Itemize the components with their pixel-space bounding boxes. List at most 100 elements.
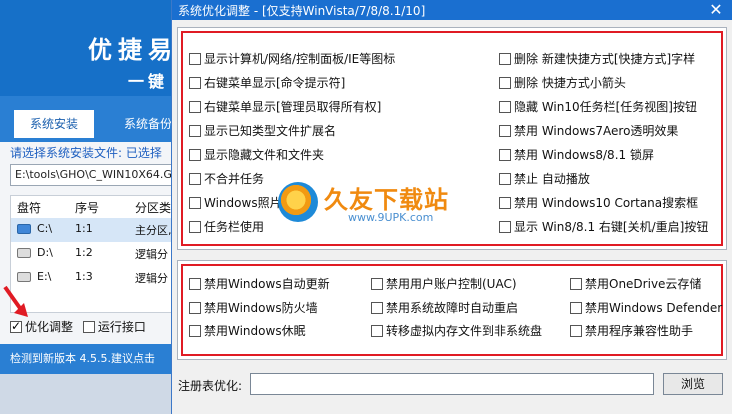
app-title: 优捷易: [88, 36, 178, 64]
option-show-shutdown-menu[interactable]: 显示 Win8/8.1 右键[关机/重启]按钮: [499, 219, 708, 235]
option-label: 禁用用户账户控制(UAC): [386, 277, 517, 291]
checkbox-box[interactable]: [499, 173, 511, 185]
checkbox-box[interactable]: [189, 302, 201, 314]
checkbox-box[interactable]: [499, 53, 511, 65]
checkbox-box[interactable]: [189, 173, 201, 185]
checkbox-box[interactable]: [499, 77, 511, 89]
checkbox-box[interactable]: [371, 302, 383, 314]
checkbox-box[interactable]: [371, 278, 383, 290]
checkbox-box[interactable]: [189, 325, 201, 337]
option-disable-onedrive[interactable]: 禁用OneDrive云存储: [570, 276, 701, 292]
row-type: 逻辑分: [135, 248, 168, 261]
option-disable-defender[interactable]: 禁用Windows Defender: [570, 300, 722, 316]
checkbox-box[interactable]: [189, 197, 201, 209]
optimize-adjust-checkbox[interactable]: 优化调整: [10, 318, 73, 335]
option-disable-hibernate[interactable]: 禁用Windows休眠: [189, 323, 306, 339]
checkbox-box[interactable]: [189, 101, 201, 113]
checkbox-box[interactable]: [499, 101, 511, 113]
registry-label: 注册表优化:: [178, 379, 243, 393]
registry-file-input[interactable]: [250, 373, 654, 395]
drive-icon: [17, 248, 31, 258]
option-disable-uac[interactable]: 禁用用户账户控制(UAC): [371, 276, 517, 292]
row-type: 主分区,: [135, 224, 172, 237]
checkbox-box[interactable]: [570, 302, 582, 314]
checkbox-box[interactable]: [189, 77, 201, 89]
checkbox-box[interactable]: [570, 278, 582, 290]
option-disable-firewall[interactable]: 禁用Windows防火墙: [189, 300, 318, 316]
checkbox-box[interactable]: [499, 125, 511, 137]
option-context-take-ownership[interactable]: 右键菜单显示[管理员取得所有权]: [189, 99, 381, 115]
checkbox-box[interactable]: [499, 197, 511, 209]
option-disable-windows-update[interactable]: 禁用Windows自动更新: [189, 276, 330, 292]
app-tab-bar: 系统安装 系统备份: [0, 96, 190, 142]
checkbox-box[interactable]: [10, 319, 22, 333]
browse-button[interactable]: 浏览: [663, 373, 723, 395]
option-disable-compat-assistant[interactable]: 禁用程序兼容性助手: [570, 323, 693, 339]
option-label: 禁用 Windows8/8.1 锁屏: [514, 148, 654, 162]
option-disable-aero[interactable]: 禁用 Windows7Aero透明效果: [499, 123, 678, 139]
dialog-title-bar[interactable]: 系统优化调整 - [仅支持WinVista/7/8/8.1/10] ✕: [172, 0, 732, 20]
option-hide-task-view[interactable]: 隐藏 Win10任务栏[任务视图]按钮: [499, 99, 697, 115]
checkbox-box[interactable]: [189, 53, 201, 65]
table-row[interactable]: D:\ 1:2 逻辑分: [11, 242, 181, 266]
checkbox-box[interactable]: [499, 149, 511, 161]
option-label: 禁用OneDrive云存储: [585, 277, 702, 291]
option-disable-auto-restart[interactable]: 禁用系统故障时自动重启: [371, 300, 518, 316]
option-move-pagefile[interactable]: 转移虚拟内存文件到非系统盘: [371, 323, 542, 339]
checkbox-box[interactable]: [499, 221, 511, 233]
option-label: 显示 Win8/8.1 右键[关机/重启]按钮: [514, 220, 709, 234]
option-label: 显示隐藏文件和文件夹: [204, 148, 325, 162]
checkbox-box[interactable]: [189, 278, 201, 290]
option-label: 禁用Windows自动更新: [204, 277, 330, 291]
checkbox-box[interactable]: [570, 325, 582, 337]
option-label: 右键菜单显示[管理员取得所有权]: [204, 100, 382, 114]
app-subtitle: 一键: [128, 72, 169, 91]
bottom-checkbox-row: 优化调整 运行接口: [10, 318, 152, 335]
option-context-cmd[interactable]: 右键菜单显示[命令提示符]: [189, 75, 345, 91]
option-disable-lockscreen[interactable]: 禁用 Windows8/8.1 锁屏: [499, 147, 654, 163]
bottom-panel: [0, 374, 190, 414]
option-label: 禁用Windows防火墙: [204, 301, 318, 315]
option-show-hidden-files[interactable]: 显示隐藏文件和文件夹: [189, 147, 324, 163]
option-label: 隐藏 Win10任务栏[任务视图]按钮: [514, 100, 697, 114]
option-disable-cortana[interactable]: 禁用 Windows10 Cortana搜索框: [499, 195, 698, 211]
column-header-drive[interactable]: 盘符: [17, 199, 41, 216]
option-label: 不合并任务: [204, 172, 265, 186]
option-label: 删除 新建快捷方式[快捷方式]字样: [514, 52, 696, 66]
red-arrow-annotation-icon: [3, 285, 28, 317]
option-label: 删除 快捷方式小箭头: [514, 76, 626, 90]
checkbox-box[interactable]: [371, 325, 383, 337]
watermark-logo-icon: [278, 182, 318, 222]
option-label: 禁用程序兼容性助手: [585, 324, 694, 338]
option-label: 禁用 Windows10 Cortana搜索框: [514, 196, 699, 210]
checkbox-box[interactable]: [189, 149, 201, 161]
option-taskbar-use[interactable]: 任务栏使用: [189, 219, 264, 235]
watermark-url: www.9UPK.com: [348, 211, 434, 224]
option-remove-shortcut-arrow[interactable]: 删除 快捷方式小箭头: [499, 75, 626, 91]
image-path-field[interactable]: E:\tools\GHO\C_WIN10X64.GH: [10, 164, 182, 186]
option-label: 显示计算机/网络/控制面板/IE等图标: [204, 52, 396, 66]
checkbox-box[interactable]: [189, 221, 201, 233]
app-header: 优捷易 一键: [0, 0, 190, 96]
column-header-type[interactable]: 分区类: [135, 199, 171, 216]
table-row[interactable]: C:\ 1:1 主分区,: [11, 218, 181, 242]
option-label: 禁止 自动播放: [514, 172, 590, 186]
option-disable-autoplay[interactable]: 禁止 自动播放: [499, 171, 590, 187]
tab-system-install[interactable]: 系统安装: [14, 110, 95, 138]
row-index: 1:1: [75, 222, 93, 235]
option-show-desktop-icons[interactable]: 显示计算机/网络/控制面板/IE等图标: [189, 51, 395, 67]
column-header-index[interactable]: 序号: [75, 199, 99, 216]
close-button[interactable]: ✕: [705, 0, 727, 20]
option-label: 右键菜单显示[命令提示符]: [204, 76, 346, 90]
option-show-extensions[interactable]: 显示已知类型文件扩展名: [189, 123, 336, 139]
option-no-merge-taskbar[interactable]: 不合并任务: [189, 171, 264, 187]
row-drive: E:\: [37, 270, 52, 283]
option-remove-shortcut-suffix[interactable]: 删除 新建快捷方式[快捷方式]字样: [499, 51, 695, 67]
table-row[interactable]: E:\ 1:3 逻辑分: [11, 266, 181, 290]
partition-table: 盘符 序号 分区类 C:\ 1:1 主分区, D:\ 1:2 逻辑分 E:\ 1…: [10, 195, 182, 313]
watermark: 久友下载站 www.9UPK.com: [278, 178, 458, 228]
run-interface-checkbox[interactable]: 运行接口: [82, 318, 146, 335]
checkbox-box[interactable]: [82, 321, 95, 333]
row-drive: D:\: [37, 246, 53, 259]
checkbox-box[interactable]: [189, 125, 201, 137]
